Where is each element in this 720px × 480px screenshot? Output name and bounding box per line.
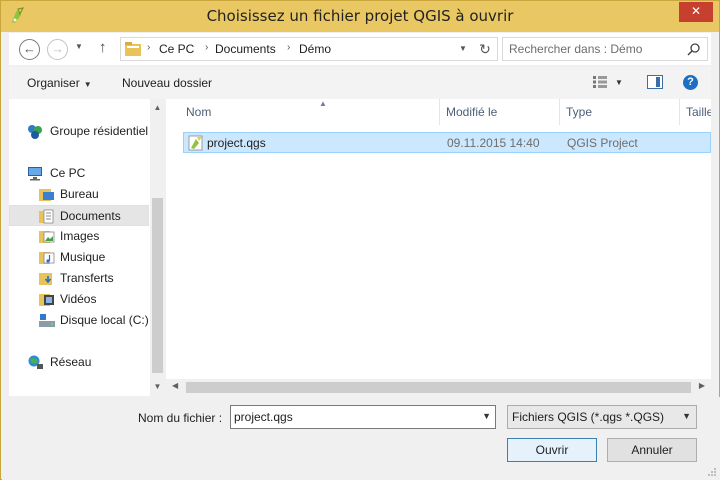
sidebar-scrollbar[interactable]: ▲ ▼: [150, 99, 165, 396]
sidebar-item-documents[interactable]: Documents: [9, 205, 149, 226]
column-header-name[interactable]: Nom ▲: [180, 99, 440, 125]
organize-label: Organiser: [27, 76, 80, 90]
sidebar-item-local-disk[interactable]: Disque local (C:): [9, 310, 149, 331]
horizontal-scrollbar[interactable]: ◀ ▶: [166, 379, 711, 396]
new-folder-button[interactable]: Nouveau dossier: [122, 76, 212, 90]
sidebar-item-label: Réseau: [50, 355, 92, 369]
sidebar-item-music[interactable]: Musique: [9, 247, 149, 268]
search-icon[interactable]: [687, 42, 701, 56]
sidebar-item-label: Musique: [60, 250, 106, 264]
cancel-button[interactable]: Annuler: [607, 438, 697, 462]
refresh-icon[interactable]: ↻: [475, 39, 495, 59]
homegroup-icon: [28, 125, 42, 139]
forward-arrow-icon[interactable]: →: [47, 39, 68, 60]
scroll-right-icon[interactable]: ▶: [699, 381, 705, 390]
drive-icon: [39, 314, 55, 327]
computer-icon: [28, 167, 42, 181]
navigation-pane: Groupe résidentiel Ce PC Bureau Document…: [9, 99, 165, 396]
table-row[interactable]: project.qgs 09.11.2015 14:40 QGIS Projec…: [183, 132, 711, 153]
file-modified: 09.11.2015 14:40: [447, 136, 540, 150]
help-icon[interactable]: ?: [683, 75, 698, 90]
folder-icon: [125, 42, 141, 56]
sidebar-item-label: Disque local (C:): [60, 313, 149, 327]
scroll-up-icon[interactable]: ▲: [150, 101, 165, 115]
sidebar-item-label: Documents: [60, 209, 121, 223]
column-header-modified[interactable]: Modifié le: [440, 99, 560, 125]
recent-locations-dropdown-icon[interactable]: ▼: [75, 42, 83, 51]
file-type: QGIS Project: [567, 136, 638, 150]
scroll-down-icon[interactable]: ▼: [150, 380, 165, 394]
filename-input[interactable]: project.qgs: [234, 410, 293, 424]
column-header-label: Taille: [686, 105, 711, 119]
sidebar-item-network[interactable]: Réseau: [9, 352, 149, 373]
title-bar[interactable]: Choisissez un fichier projet QGIS à ouvr…: [1, 1, 719, 32]
search-input[interactable]: Rechercher dans : Démo: [509, 42, 642, 56]
pictures-folder-icon: [39, 231, 55, 243]
column-header-label: Modifié le: [446, 105, 498, 119]
qgis-project-file-icon: [188, 135, 203, 151]
sidebar-item-pictures[interactable]: Images: [9, 226, 149, 247]
file-dialog: Choisissez un fichier projet QGIS à ouvr…: [0, 0, 720, 480]
breadcrumb-separator[interactable]: ›: [147, 42, 150, 53]
scrollbar-thumb[interactable]: [186, 382, 691, 393]
chevron-down-icon[interactable]: ▼: [482, 411, 491, 421]
column-header-label: Type: [566, 105, 593, 119]
sidebar-item-this-pc[interactable]: Ce PC: [9, 163, 149, 184]
videos-folder-icon: [39, 294, 54, 306]
preview-pane-icon[interactable]: [647, 75, 663, 89]
command-bar: Organiser ▼ Nouveau dossier ▼ ?: [9, 67, 711, 99]
file-name: project.qgs: [207, 136, 266, 150]
scroll-left-icon[interactable]: ◀: [172, 381, 178, 390]
desktop-folder-icon: [39, 189, 54, 201]
music-folder-icon: [39, 252, 55, 264]
organize-menu-button[interactable]: Organiser ▼: [27, 76, 92, 90]
file-list: Nom ▲ Modifié le Type Taille project.qgs…: [166, 99, 711, 396]
sidebar-item-desktop[interactable]: Bureau: [9, 184, 149, 205]
sidebar-item-label: Images: [60, 229, 100, 243]
sidebar-item-label: Transferts: [60, 271, 114, 285]
breadcrumb-separator[interactable]: ›: [205, 42, 208, 53]
close-button[interactable]: ✕: [679, 2, 713, 22]
view-options-icon[interactable]: [593, 76, 607, 88]
sidebar-item-label: Vidéos: [60, 292, 97, 306]
column-header-size[interactable]: Taille: [680, 99, 711, 125]
navigation-bar: ← → ▼ ↑ › Ce PC › Documents › Démo ▼ ↻ R…: [9, 33, 711, 65]
window-title: Choisissez un fichier projet QGIS à ouvr…: [206, 7, 514, 25]
back-arrow-icon[interactable]: ←: [19, 39, 40, 60]
documents-folder-icon: [39, 209, 54, 224]
breadcrumb-separator[interactable]: ›: [287, 42, 290, 53]
breadcrumb-documents[interactable]: Documents: [215, 42, 276, 56]
sidebar-item-label: Groupe résidentiel: [50, 124, 149, 138]
view-dropdown-icon[interactable]: ▼: [615, 78, 623, 87]
network-icon: [28, 355, 43, 369]
sidebar-item-videos[interactable]: Vidéos: [9, 289, 149, 310]
address-dropdown-icon[interactable]: ▼: [455, 40, 471, 58]
filename-combobox[interactable]: project.qgs ▼: [230, 405, 496, 429]
filename-label: Nom du fichier :: [138, 411, 223, 425]
up-arrow-icon[interactable]: ↑: [99, 39, 107, 56]
resize-grip-icon[interactable]: [707, 467, 717, 477]
chevron-down-icon[interactable]: ▼: [682, 411, 691, 421]
column-header-label: Nom: [186, 105, 212, 119]
sidebar-item-downloads[interactable]: Transferts: [9, 268, 149, 289]
downloads-folder-icon: [39, 273, 52, 285]
open-button[interactable]: Ouvrir: [507, 438, 597, 462]
sidebar-item-homegroup[interactable]: Groupe résidentiel: [9, 121, 149, 142]
address-bar[interactable]: › Ce PC › Documents › Démo ▼ ↻: [120, 37, 498, 61]
file-type-filter-value: Fichiers QGIS (*.qgs *.QGS): [512, 410, 665, 424]
chevron-down-icon: ▼: [83, 80, 92, 89]
dialog-footer: Nom du fichier : project.qgs ▼ Fichiers …: [2, 397, 720, 480]
breadcrumb-demo[interactable]: Démo: [299, 42, 331, 56]
scrollbar-thumb[interactable]: [152, 198, 163, 373]
breadcrumb-ce-pc[interactable]: Ce PC: [159, 42, 194, 56]
column-header-type[interactable]: Type: [560, 99, 680, 125]
sidebar-item-label: Ce PC: [50, 166, 86, 180]
sort-ascending-icon: ▲: [319, 99, 327, 108]
sidebar-item-label: Bureau: [60, 187, 99, 201]
search-box[interactable]: Rechercher dans : Démo: [502, 37, 708, 61]
file-type-filter-select[interactable]: Fichiers QGIS (*.qgs *.QGS) ▼: [507, 405, 697, 429]
